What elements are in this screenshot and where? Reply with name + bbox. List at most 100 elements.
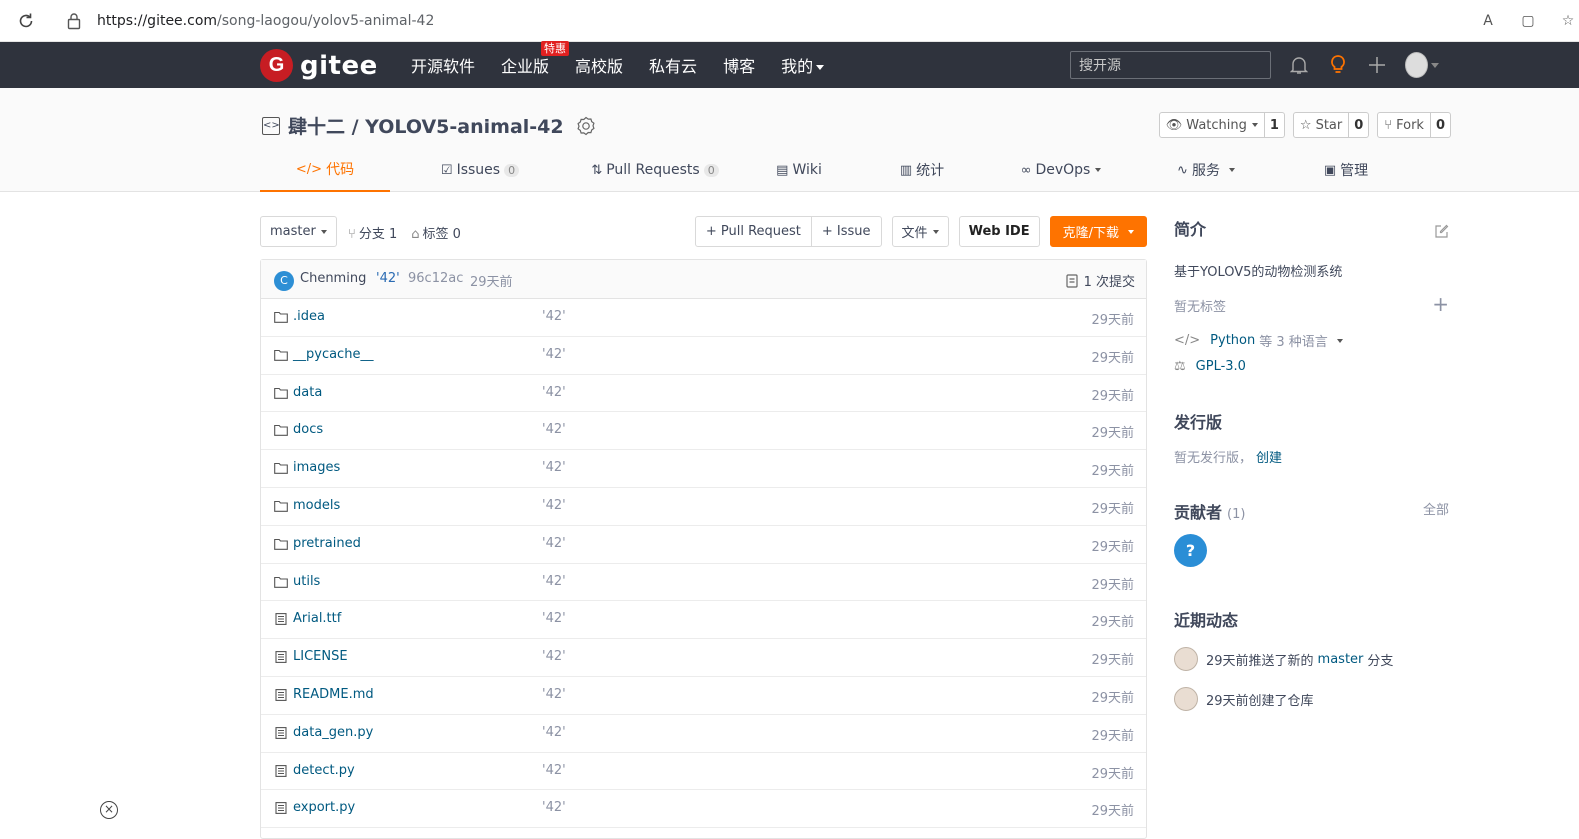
nav-private-cloud[interactable]: 私有云 — [649, 53, 697, 77]
tab-manage[interactable]: ▣ 管理 — [1276, 148, 1416, 192]
table-row[interactable]: data '42' 29天前 — [261, 375, 1146, 413]
table-row[interactable]: __pycache__ '42' 29天前 — [261, 337, 1146, 375]
file-name-link[interactable]: docs — [293, 422, 323, 437]
table-row[interactable]: utils '42' 29天前 — [261, 564, 1146, 602]
nav-open-source[interactable]: 开源软件 — [411, 53, 475, 77]
clone-download-button[interactable]: 克隆/下载 — [1049, 216, 1147, 247]
table-row[interactable]: detect.py '42' 29天前 — [261, 753, 1146, 791]
table-row[interactable]: pretrained '42' 29天前 — [261, 526, 1146, 564]
table-row[interactable]: data_gen.py '42' 29天前 — [261, 715, 1146, 753]
branch-select[interactable]: master — [260, 216, 337, 247]
table-row[interactable]: README.md '42' 29天前 — [261, 677, 1146, 715]
fork-label[interactable]: ⑂ Fork — [1378, 113, 1431, 137]
lock-icon[interactable] — [66, 12, 82, 30]
language-info[interactable]: </> Python 等 3 种语言 — [1174, 331, 1343, 350]
file-commit-message[interactable]: '42' — [542, 611, 566, 626]
nav-mine[interactable]: 我的 — [781, 53, 825, 77]
avatar[interactable] — [1174, 647, 1198, 671]
all-contributors-link[interactable]: 全部 — [1423, 499, 1449, 518]
file-commit-message[interactable]: '42' — [542, 687, 566, 702]
file-name-link[interactable]: README.md — [293, 687, 374, 702]
search-input[interactable] — [1070, 51, 1271, 79]
commit-author[interactable]: Chenming — [300, 271, 366, 286]
user-menu[interactable] — [1405, 50, 1439, 80]
table-row[interactable]: export.py '42' 29天前 — [261, 790, 1146, 829]
add-tag-icon[interactable]: + — [1432, 292, 1449, 316]
close-icon[interactable]: × — [100, 801, 118, 819]
watch-count[interactable]: 1 — [1265, 113, 1284, 137]
star-count[interactable]: 0 — [1349, 113, 1368, 137]
watch-label[interactable]: 👁 Watching — [1160, 113, 1265, 137]
avatar[interactable] — [1174, 687, 1198, 711]
avatar[interactable]: C — [274, 271, 294, 291]
lightbulb-icon[interactable] — [1327, 50, 1349, 80]
tab-issues[interactable]: ☑ Issues 0 — [390, 148, 570, 192]
fork-count[interactable]: 0 — [1431, 113, 1450, 137]
file-name-link[interactable]: .idea — [293, 309, 325, 324]
file-name-link[interactable]: pretrained — [293, 536, 361, 551]
table-row[interactable]: models '42' 29天前 — [261, 488, 1146, 526]
file-name-link[interactable]: __pycache__ — [293, 347, 373, 362]
star-button[interactable]: ☆ Star 0 — [1292, 112, 1370, 138]
tab-stats[interactable]: ▥ 统计 — [858, 148, 986, 192]
commit-sha[interactable]: 96c12ac — [408, 271, 463, 286]
table-row[interactable]: .idea '42' 29天前 — [261, 299, 1146, 337]
immersive-reader-icon[interactable]: ▢ — [1517, 10, 1539, 32]
table-row[interactable]: docs '42' 29天前 — [261, 412, 1146, 451]
file-commit-message[interactable]: '42' — [542, 800, 566, 815]
commit-count-link[interactable]: 1 次提交 — [1065, 271, 1135, 290]
tab-service[interactable]: ∿ 服务 — [1136, 148, 1276, 192]
nav-enterprise[interactable]: 企业版 特惠 — [501, 41, 570, 77]
tab-wiki[interactable]: ▤ Wiki — [740, 148, 858, 192]
file-commit-message[interactable]: '42' — [542, 422, 566, 437]
nav-blog[interactable]: 博客 — [723, 53, 755, 77]
gvp-badge-icon[interactable] — [576, 116, 596, 136]
reload-icon[interactable] — [16, 11, 36, 31]
tab-pull-requests[interactable]: ⇅ Pull Requests 0 — [570, 148, 740, 192]
tab-devops[interactable]: ∞ DevOps — [986, 148, 1136, 192]
file-name-link[interactable]: images — [293, 460, 340, 475]
address-url[interactable]: https://gitee.com/song-laogou/yolov5-ani… — [97, 13, 434, 29]
file-commit-message[interactable]: '42' — [542, 574, 566, 589]
create-release-link[interactable]: 创建 — [1256, 451, 1282, 466]
file-commit-message[interactable]: '42' — [542, 725, 566, 740]
file-name-link[interactable]: models — [293, 498, 340, 513]
web-ide-button[interactable]: Web IDE — [958, 216, 1040, 247]
table-row[interactable]: LICENSE '42' 29天前 — [261, 639, 1146, 677]
watch-button[interactable]: 👁 Watching 1 — [1158, 112, 1285, 138]
file-name-link[interactable]: detect.py — [293, 763, 355, 778]
table-row[interactable]: images '42' 29天前 — [261, 450, 1146, 488]
file-commit-message[interactable]: '42' — [542, 649, 566, 664]
branches-link[interactable]: ⑂ 分支 1 — [348, 223, 397, 242]
file-name-link[interactable]: export.py — [293, 800, 355, 815]
file-menu-button[interactable]: 文件 — [891, 216, 949, 247]
activity-branch-link[interactable]: master — [1318, 652, 1364, 667]
file-name-link[interactable]: data_gen.py — [293, 725, 373, 740]
edit-icon[interactable] — [1434, 224, 1449, 239]
table-row[interactable]: Arial.ttf '42' 29天前 — [261, 601, 1146, 640]
file-commit-message[interactable]: '42' — [542, 498, 566, 513]
file-commit-message[interactable]: '42' — [542, 460, 566, 475]
new-pull-request-button[interactable]: + Pull Request — [696, 217, 811, 246]
commit-message[interactable]: '42' — [376, 271, 400, 286]
star-label[interactable]: ☆ Star — [1294, 113, 1350, 137]
file-name-link[interactable]: utils — [293, 574, 320, 589]
nav-education[interactable]: 高校版 — [575, 53, 623, 77]
bell-icon[interactable] — [1288, 50, 1310, 80]
tab-code[interactable]: </> 代码 — [260, 148, 390, 192]
plus-icon[interactable] — [1366, 50, 1388, 80]
new-issue-button[interactable]: + Issue — [810, 217, 881, 246]
file-commit-message[interactable]: '42' — [542, 536, 566, 551]
file-commit-message[interactable]: '42' — [542, 763, 566, 778]
read-aloud-icon[interactable]: A — [1477, 10, 1499, 32]
fork-button[interactable]: ⑂ Fork 0 — [1377, 112, 1451, 138]
file-name-link[interactable]: data — [293, 385, 322, 400]
contributor-avatar[interactable]: ? — [1174, 534, 1207, 567]
file-commit-message[interactable]: '42' — [542, 385, 566, 400]
file-name-link[interactable]: LICENSE — [293, 649, 348, 664]
gitee-logo[interactable]: G gitee — [260, 49, 378, 82]
file-name-link[interactable]: Arial.ttf — [293, 611, 341, 626]
license-info[interactable]: ⚖ GPL-3.0 — [1174, 359, 1246, 374]
file-commit-message[interactable]: '42' — [542, 309, 566, 324]
file-commit-message[interactable]: '42' — [542, 347, 566, 362]
